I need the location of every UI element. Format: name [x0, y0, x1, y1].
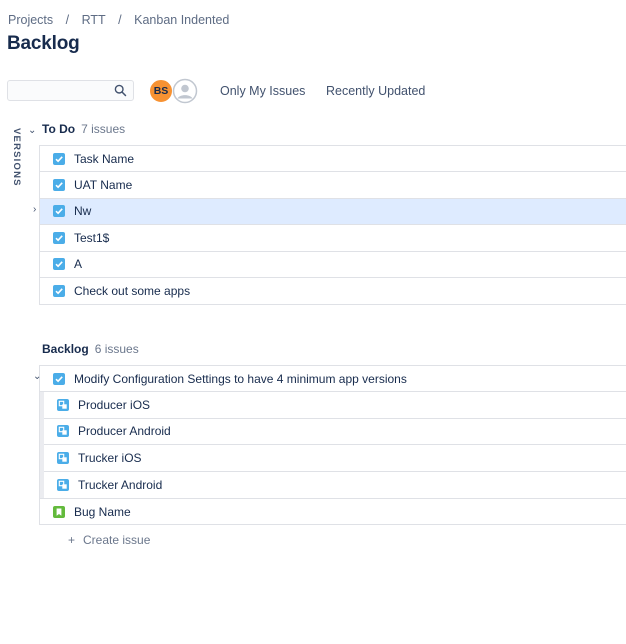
- todo-section-header[interactable]: ⌄ To Do 7 issues: [28, 122, 125, 136]
- issue-row[interactable]: Check out some apps: [40, 277, 626, 305]
- backlog-section-header[interactable]: Backlog 6 issues: [28, 342, 139, 356]
- user-placeholder-icon: [172, 78, 198, 104]
- subtask-row[interactable]: Trucker Android: [44, 471, 626, 498]
- subtask-row[interactable]: Producer Android: [44, 418, 626, 446]
- subtask-icon: [57, 399, 69, 412]
- backlog-page: Projects / RTT / Kanban Indented Backlog…: [0, 0, 626, 644]
- issue-summary: Check out some apps: [74, 284, 191, 299]
- subtask-row[interactable]: Producer iOS: [44, 392, 626, 419]
- issue-row[interactable]: Task Name: [40, 146, 626, 173]
- breadcrumb-board[interactable]: Kanban Indented: [134, 13, 229, 27]
- task-icon: [53, 231, 65, 244]
- issue-summary: Trucker iOS: [78, 450, 142, 465]
- breadcrumb-separator: /: [65, 13, 70, 27]
- issue-summary: Modify Configuration Settings to have 4 …: [74, 371, 407, 386]
- issue-summary: Nw: [74, 204, 92, 219]
- only-my-issues-filter[interactable]: Only My Issues: [220, 84, 305, 98]
- issue-row-selected[interactable]: › Nw: [33, 198, 626, 226]
- page-title: Backlog: [7, 33, 80, 54]
- search-box: [7, 80, 134, 101]
- issue-summary: Task Name: [74, 151, 135, 166]
- issue-summary: Producer iOS: [78, 398, 151, 413]
- subtask-icon: [57, 425, 69, 438]
- subtask-icon: [57, 451, 69, 464]
- issue-summary: Test1$: [74, 230, 110, 245]
- issue-summary: UAT Name: [74, 178, 133, 193]
- create-issue-label: Create issue: [83, 533, 151, 547]
- todo-issue-list: Task Name UAT Name › Nw Test1$ A Check o…: [33, 145, 626, 306]
- issue-row[interactable]: Test1$: [40, 225, 626, 252]
- task-icon: [53, 179, 65, 192]
- backlog-issue-list: ⌄ Modify Configuration Settings to have …: [33, 365, 626, 526]
- avatar[interactable]: BS: [148, 78, 174, 104]
- issue-count: 6 issues: [94, 342, 139, 356]
- search-icon[interactable]: [114, 84, 127, 97]
- avatar-placeholder[interactable]: [172, 78, 198, 104]
- chevron-right-icon[interactable]: ›: [33, 204, 41, 215]
- task-icon: [53, 152, 65, 165]
- task-icon: [53, 372, 65, 385]
- section-name: Backlog: [42, 342, 89, 356]
- breadcrumb-separator: /: [118, 13, 122, 27]
- recently-updated-filter[interactable]: Recently Updated: [326, 84, 425, 98]
- subtask-group: Producer iOS Producer Android Trucker iO…: [40, 392, 626, 498]
- story-icon: [53, 505, 65, 518]
- task-icon: [53, 258, 65, 271]
- section-name: To Do: [42, 122, 76, 136]
- breadcrumb-projects[interactable]: Projects: [8, 13, 53, 27]
- task-icon: [53, 205, 65, 218]
- plus-icon: +: [68, 533, 76, 547]
- create-issue-button[interactable]: + Create issue: [68, 533, 150, 547]
- search-input[interactable]: [8, 81, 120, 100]
- subtask-icon: [57, 478, 69, 491]
- issue-summary: Producer Android: [78, 424, 171, 439]
- issue-summary: A: [74, 257, 83, 272]
- breadcrumb-project[interactable]: RTT: [82, 13, 106, 27]
- versions-panel-toggle[interactable]: VERSIONS: [10, 128, 22, 188]
- chevron-down-icon[interactable]: ⌄: [33, 371, 41, 382]
- issue-row-parent[interactable]: ⌄ Modify Configuration Settings to have …: [33, 366, 626, 393]
- avatar-initials: BS: [153, 85, 169, 97]
- issue-row[interactable]: UAT Name: [40, 172, 626, 199]
- issue-summary: Trucker Android: [78, 477, 163, 492]
- issue-row[interactable]: A: [40, 251, 626, 278]
- task-icon: [53, 285, 65, 298]
- chevron-down-icon[interactable]: ⌄: [28, 125, 40, 136]
- issue-row[interactable]: Bug Name: [40, 497, 626, 525]
- breadcrumb: Projects / RTT / Kanban Indented: [8, 13, 229, 27]
- subtask-row[interactable]: Trucker iOS: [44, 445, 626, 472]
- issue-count: 7 issues: [81, 122, 126, 136]
- issue-summary: Bug Name: [74, 504, 131, 519]
